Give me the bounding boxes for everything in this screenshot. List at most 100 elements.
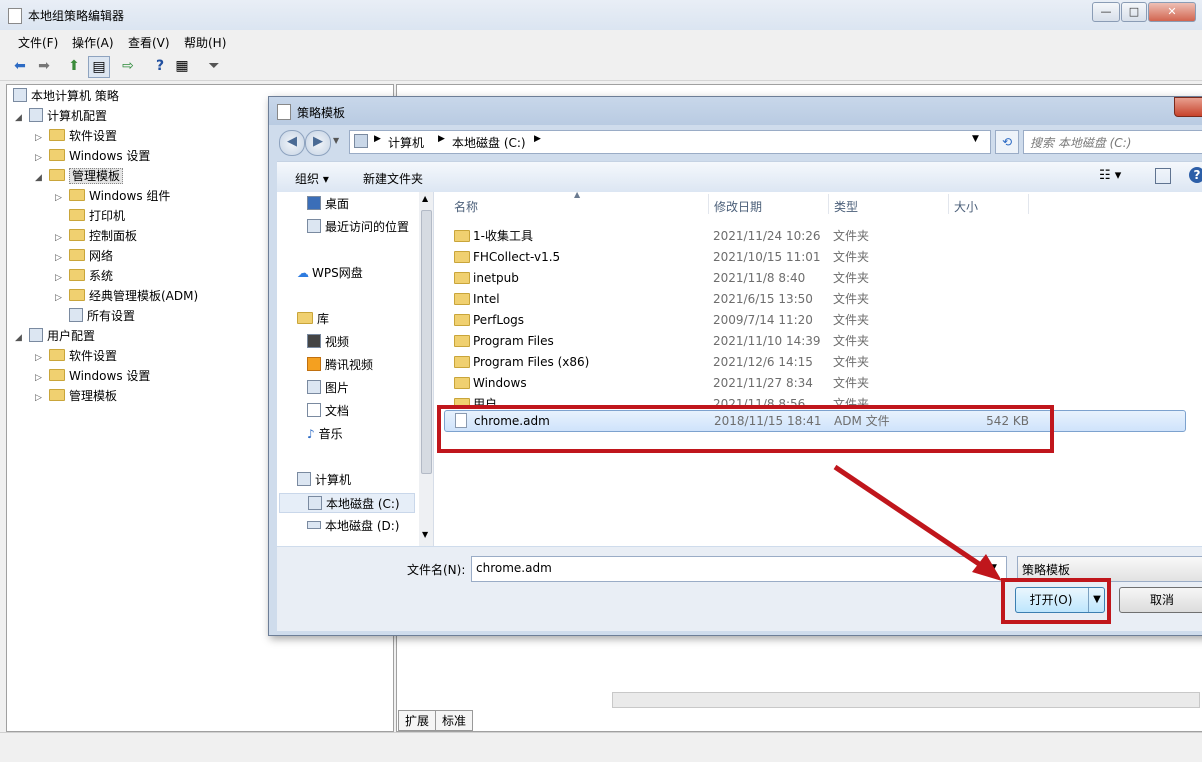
- tree-label: 网络: [89, 249, 114, 263]
- file-row[interactable]: Intel 2021/6/15 13:50 文件夹: [444, 289, 1184, 309]
- scroll-thumb[interactable]: [421, 210, 432, 474]
- up-folder-icon[interactable]: ⬆: [64, 56, 84, 76]
- tree-node-user-windows-settings[interactable]: ▷ Windows 设置: [35, 367, 150, 385]
- file-row[interactable]: Windows 2021/11/27 8:34 文件夹: [444, 373, 1184, 393]
- column-header-type[interactable]: 类型: [834, 198, 858, 215]
- collapsed-arrow-icon[interactable]: ▷: [35, 349, 49, 367]
- organize-button[interactable]: 组织 ▾: [295, 170, 329, 187]
- nav-library[interactable]: 库: [297, 309, 329, 329]
- nav-documents[interactable]: 文档: [307, 401, 349, 421]
- nav-desktop[interactable]: 桌面: [307, 194, 349, 214]
- tree-node-windows-settings[interactable]: ▷ Windows 设置: [35, 147, 150, 165]
- collapsed-arrow-icon[interactable]: ▷: [35, 369, 49, 387]
- expanded-arrow-icon[interactable]: ◢: [15, 329, 29, 347]
- file-row[interactable]: inetpub 2021/11/8 8:40 文件夹: [444, 268, 1184, 288]
- collapsed-arrow-icon[interactable]: ▷: [55, 229, 69, 247]
- filter-icon[interactable]: ⏷: [204, 56, 224, 76]
- menu-action[interactable]: 操作(A): [72, 34, 114, 51]
- minimize-button[interactable]: —: [1092, 2, 1120, 22]
- file-row[interactable]: PerfLogs 2009/7/14 11:20 文件夹: [444, 310, 1184, 330]
- breadcrumb-drive-c[interactable]: 本地磁盘 (C:): [452, 134, 526, 151]
- collapsed-arrow-icon[interactable]: ▷: [55, 289, 69, 307]
- back-arrow-icon[interactable]: ⬅: [10, 56, 30, 76]
- preview-pane-icon[interactable]: [1155, 168, 1171, 184]
- tree-node-admin-templates[interactable]: ◢ 管理模板: [35, 167, 124, 187]
- dialog-close-button[interactable]: [1174, 97, 1202, 117]
- tree-node-local-policy[interactable]: 本地计算机 策略: [13, 87, 119, 105]
- nav-pictures[interactable]: 图片: [307, 378, 349, 398]
- cancel-button[interactable]: 取消: [1119, 587, 1202, 613]
- column-divider: [1028, 194, 1029, 214]
- nav-tencent-video[interactable]: 腾讯视频: [307, 355, 373, 375]
- file-row[interactable]: Program Files 2021/11/10 14:39 文件夹: [444, 331, 1184, 351]
- menu-view[interactable]: 查看(V): [128, 34, 170, 51]
- tree-node-system[interactable]: ▷ 系统: [55, 267, 113, 285]
- scroll-up-icon[interactable]: ▲: [422, 194, 428, 203]
- column-header-size[interactable]: 大小: [954, 198, 978, 215]
- nav-recent[interactable]: 最近访问的位置: [307, 217, 409, 237]
- file-row[interactable]: 1-收集工具 2021/11/24 10:26 文件夹: [444, 226, 1184, 246]
- dialog-title: 策略模板: [297, 106, 346, 120]
- address-dropdown-icon[interactable]: ▼: [972, 134, 979, 144]
- tree-node-classic-adm[interactable]: ▷ 经典管理模板(ADM): [55, 287, 198, 305]
- collapsed-arrow-icon[interactable]: ▷: [35, 389, 49, 407]
- collapsed-arrow-icon[interactable]: ▷: [55, 249, 69, 267]
- tree-node-network[interactable]: ▷ 网络: [55, 247, 113, 265]
- refresh-icon[interactable]: ⟲: [995, 130, 1019, 154]
- forward-arrow-icon[interactable]: ➡: [34, 56, 54, 76]
- column-header-date[interactable]: 修改日期: [714, 198, 762, 215]
- tab-standard[interactable]: 标准: [435, 710, 474, 731]
- highlight-box-selected-file: [437, 405, 1054, 453]
- music-icon: ♪: [307, 427, 315, 441]
- horizontal-scrollbar[interactable]: [612, 692, 1200, 708]
- back-icon[interactable]: ◀: [279, 130, 305, 156]
- breadcrumb-computer[interactable]: 计算机: [388, 134, 424, 151]
- nav-wps[interactable]: ☁ WPS网盘: [297, 263, 363, 283]
- folder-icon: [69, 189, 85, 201]
- tree-node-user-admin-templates[interactable]: ▷ 管理模板: [35, 387, 117, 405]
- column-header-name[interactable]: 名称: [454, 198, 478, 215]
- tree-node-user-config[interactable]: ◢ 用户配置: [15, 327, 95, 345]
- address-field[interactable]: ▶ 计算机 ▶ 本地磁盘 (C:) ▶ ▼: [349, 130, 991, 154]
- properties-icon[interactable]: ▦: [172, 56, 192, 76]
- file-row[interactable]: Program Files (x86) 2021/12/6 14:15 文件夹: [444, 352, 1184, 372]
- nav-computer[interactable]: 计算机: [297, 470, 351, 490]
- collapsed-arrow-icon[interactable]: ▷: [55, 189, 69, 207]
- new-folder-button[interactable]: 新建文件夹: [363, 170, 423, 187]
- nav-scrollbar[interactable]: ▲ ▼: [419, 192, 433, 546]
- file-row[interactable]: FHCollect-v1.5 2021/10/15 11:01 文件夹: [444, 247, 1184, 267]
- close-button[interactable]: ✕: [1148, 2, 1196, 22]
- dialog-titlebar: 策略模板: [269, 97, 1202, 125]
- nav-music[interactable]: ♪ 音乐: [307, 424, 343, 444]
- help-icon[interactable]: ?: [1189, 167, 1202, 183]
- menu-file[interactable]: 文件(F): [18, 34, 58, 51]
- expanded-arrow-icon[interactable]: ◢: [15, 109, 29, 127]
- tree-node-computer-config[interactable]: ◢ 计算机配置: [15, 107, 107, 125]
- menu-help[interactable]: 帮助(H): [184, 34, 226, 51]
- view-options-icon[interactable]: ☷ ▾: [1099, 168, 1121, 183]
- tree-node-windows-components[interactable]: ▷ Windows 组件: [55, 187, 170, 205]
- maximize-button[interactable]: □: [1121, 2, 1147, 22]
- tree-node-control-panel[interactable]: ▷ 控制面板: [55, 227, 137, 245]
- collapsed-arrow-icon[interactable]: ▷: [35, 129, 49, 147]
- scroll-down-icon[interactable]: ▼: [422, 530, 428, 539]
- tree-node-user-software-settings[interactable]: ▷ 软件设置: [35, 347, 117, 365]
- show-tree-icon[interactable]: ▤: [88, 56, 110, 78]
- tab-extended[interactable]: 扩展: [398, 710, 437, 731]
- tree-node-printers[interactable]: 打印机: [55, 207, 125, 225]
- export-list-icon[interactable]: ⇨: [118, 56, 138, 76]
- expanded-arrow-icon[interactable]: ◢: [35, 169, 49, 187]
- forward-icon[interactable]: ▶: [305, 130, 331, 156]
- file-date: 2021/11/27 8:34: [713, 376, 813, 390]
- nav-drive-c[interactable]: 本地磁盘 (C:): [279, 493, 415, 513]
- help-icon[interactable]: ?: [150, 56, 170, 76]
- collapsed-arrow-icon[interactable]: ▷: [35, 149, 49, 167]
- nav-drive-d[interactable]: 本地磁盘 (D:): [307, 516, 399, 536]
- collapsed-arrow-icon[interactable]: ▷: [55, 269, 69, 287]
- recent-pages-icon[interactable]: ▼: [333, 136, 339, 145]
- search-input[interactable]: 搜索 本地磁盘 (C:): [1023, 130, 1202, 154]
- nav-video[interactable]: 视频: [307, 332, 349, 352]
- tree-node-software-settings[interactable]: ▷ 软件设置: [35, 127, 117, 145]
- computer-icon: [29, 108, 43, 122]
- tree-node-all-settings[interactable]: 所有设置: [55, 307, 135, 325]
